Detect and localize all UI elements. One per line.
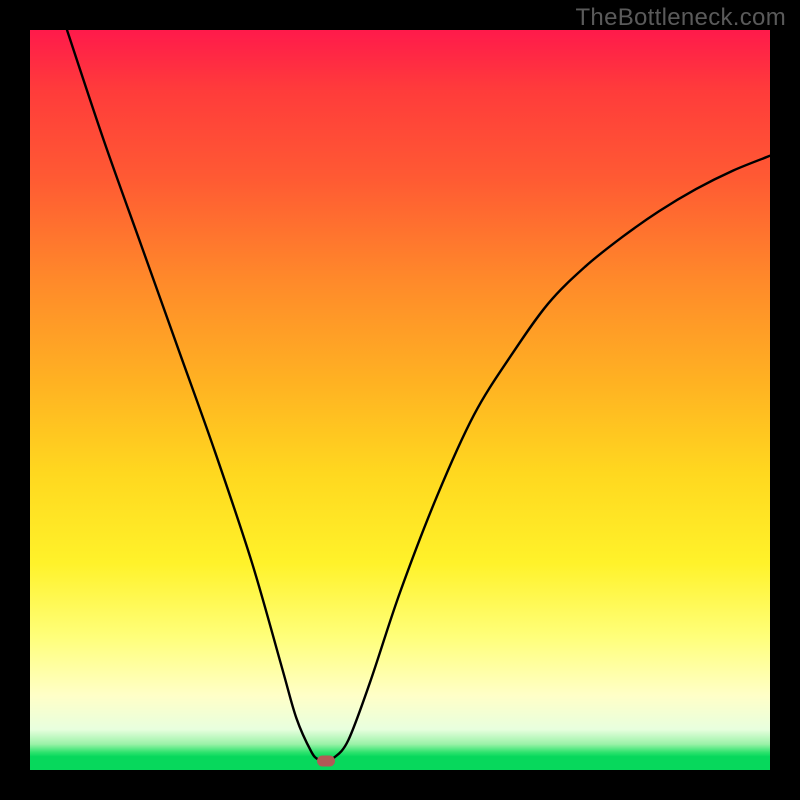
optimum-marker bbox=[317, 756, 335, 767]
plot-area bbox=[30, 30, 770, 770]
watermark-text: TheBottleneck.com bbox=[575, 4, 786, 32]
bottleneck-curve bbox=[67, 30, 770, 761]
curve-svg bbox=[30, 30, 770, 770]
chart-frame: TheBottleneck.com bbox=[0, 0, 800, 800]
